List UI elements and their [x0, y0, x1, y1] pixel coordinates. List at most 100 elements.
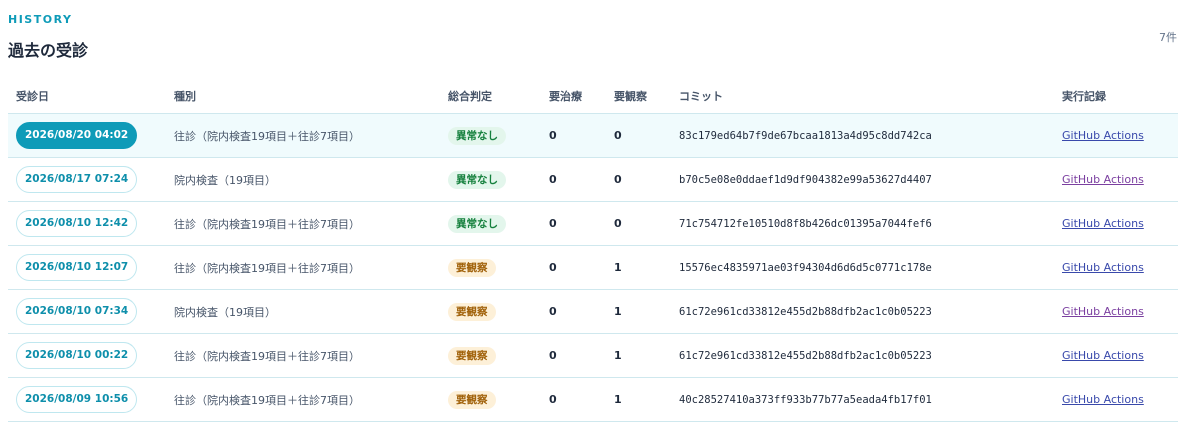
kind-cell: 往診（院内検査19項目＋往診7項目） — [166, 333, 440, 378]
section-eyebrow: HISTORY — [8, 13, 73, 26]
table-row: 2026/08/10 07:34 院内検査（19項目） 要観察 0 1 61c7… — [8, 289, 1178, 334]
column-header-commit: コミット — [671, 79, 1054, 114]
commit-cell: 15576ec4835971ae03f94304d6d6d5c0771c178e — [671, 245, 1054, 290]
commit-hash: 61c72e961cd33812e455d2b88dfb2ac1c0b05223 — [679, 350, 932, 362]
verdict-badge: 要観察 — [448, 302, 496, 321]
github-actions-link[interactable]: GitHub Actions — [1062, 173, 1144, 186]
visit-kind: 往診（院内検査19項目＋往診7項目） — [174, 129, 360, 143]
column-header-kind: 種別 — [166, 79, 440, 114]
log-cell: GitHub Actions — [1054, 333, 1178, 378]
verdict-cell: 異常なし — [440, 113, 541, 158]
history-table: 受診日 種別 総合判定 要治療 要観察 コミット 実行記録 2026/08/20… — [8, 79, 1178, 422]
treatment-cell: 0 — [541, 245, 606, 290]
github-actions-link[interactable]: GitHub Actions — [1062, 305, 1144, 318]
commit-cell: 61c72e961cd33812e455d2b88dfb2ac1c0b05223 — [671, 333, 1054, 378]
commit-cell: 61c72e961cd33812e455d2b88dfb2ac1c0b05223 — [671, 289, 1054, 334]
table-row: 2026/08/09 10:56 往診（院内検査19項目＋往診7項目） 要観察 … — [8, 377, 1178, 422]
table-row: 2026/08/10 12:07 往診（院内検査19項目＋往診7項目） 要観察 … — [8, 245, 1178, 290]
kind-cell: 往診（院内検査19項目＋往診7項目） — [166, 377, 440, 422]
table-row: 2026/08/20 04:02 往診（院内検査19項目＋往診7項目） 異常なし… — [8, 113, 1178, 158]
log-cell: GitHub Actions — [1054, 377, 1178, 422]
visit-date-button[interactable]: 2026/08/10 12:42 — [16, 210, 138, 237]
treatment-cell: 0 — [541, 157, 606, 202]
visit-date-button[interactable]: 2026/08/17 07:24 — [16, 166, 138, 193]
visit-kind: 往診（院内検査19項目＋往診7項目） — [174, 217, 360, 231]
commit-hash: 71c754712fe10510d8f8b426dc01395a7044fef6 — [679, 218, 932, 230]
treatment-count: 0 — [549, 305, 557, 318]
table-header-row: 受診日 種別 総合判定 要治療 要観察 コミット 実行記録 — [8, 79, 1178, 114]
observation-count: 0 — [614, 129, 622, 142]
observation-count: 1 — [614, 305, 622, 318]
treatment-count: 0 — [549, 393, 557, 406]
observation-count: 0 — [614, 217, 622, 230]
treatment-count: 0 — [549, 217, 557, 230]
visit-date-button[interactable]: 2026/08/20 04:02 — [16, 122, 138, 149]
date-cell: 2026/08/09 10:56 — [8, 377, 166, 422]
date-cell: 2026/08/20 04:02 — [8, 113, 166, 158]
verdict-cell: 要観察 — [440, 245, 541, 290]
observation-count: 0 — [614, 173, 622, 186]
commit-cell: 71c754712fe10510d8f8b426dc01395a7044fef6 — [671, 201, 1054, 246]
github-actions-link[interactable]: GitHub Actions — [1062, 217, 1144, 230]
commit-hash: b70c5e08e0ddaef1d9df904382e99a53627d4407 — [679, 174, 932, 186]
date-cell: 2026/08/10 00:22 — [8, 333, 166, 378]
column-header-observation: 要観察 — [606, 79, 671, 114]
visit-date-button[interactable]: 2026/08/09 10:56 — [16, 386, 138, 413]
date-cell: 2026/08/17 07:24 — [8, 157, 166, 202]
visit-kind: 往診（院内検査19項目＋往診7項目） — [174, 349, 360, 363]
observation-cell: 0 — [606, 113, 671, 158]
commit-hash: 83c179ed64b7f9de67bcaa1813a4d95c8dd742ca — [679, 130, 932, 142]
github-actions-link[interactable]: GitHub Actions — [1062, 129, 1144, 142]
column-header-treatment: 要治療 — [541, 79, 606, 114]
commit-cell: b70c5e08e0ddaef1d9df904382e99a53627d4407 — [671, 157, 1054, 202]
observation-cell: 0 — [606, 201, 671, 246]
result-count: 7件 — [1159, 31, 1177, 44]
kind-cell: 院内検査（19項目） — [166, 289, 440, 334]
verdict-badge: 異常なし — [448, 126, 506, 145]
observation-cell: 1 — [606, 333, 671, 378]
column-header-log: 実行記録 — [1054, 79, 1178, 114]
kind-cell: 往診（院内検査19項目＋往診7項目） — [166, 113, 440, 158]
history-section: HISTORY 過去の受診 7件 受診日 種別 総合判定 要治療 要観察 コミッ… — [0, 0, 1192, 436]
table-row: 2026/08/10 00:22 往診（院内検査19項目＋往診7項目） 要観察 … — [8, 333, 1178, 378]
github-actions-link[interactable]: GitHub Actions — [1062, 349, 1144, 362]
treatment-cell: 0 — [541, 333, 606, 378]
visit-date-button[interactable]: 2026/08/10 00:22 — [16, 342, 138, 369]
verdict-cell: 要観察 — [440, 333, 541, 378]
treatment-count: 0 — [549, 173, 557, 186]
verdict-badge: 要観察 — [448, 346, 496, 365]
github-actions-link[interactable]: GitHub Actions — [1062, 261, 1144, 274]
observation-count: 1 — [614, 349, 622, 362]
visit-date-button[interactable]: 2026/08/10 07:34 — [16, 298, 138, 325]
verdict-cell: 異常なし — [440, 201, 541, 246]
kind-cell: 往診（院内検査19項目＋往診7項目） — [166, 201, 440, 246]
observation-cell: 1 — [606, 245, 671, 290]
date-cell: 2026/08/10 12:07 — [8, 245, 166, 290]
column-header-verdict: 総合判定 — [440, 79, 541, 114]
treatment-cell: 0 — [541, 377, 606, 422]
observation-cell: 1 — [606, 289, 671, 334]
visit-date-button[interactable]: 2026/08/10 12:07 — [16, 254, 138, 281]
log-cell: GitHub Actions — [1054, 289, 1178, 334]
commit-hash: 15576ec4835971ae03f94304d6d6d5c0771c178e — [679, 262, 932, 274]
page-title: 過去の受診 — [8, 41, 89, 60]
treatment-count: 0 — [549, 129, 557, 142]
visit-kind: 往診（院内検査19項目＋往診7項目） — [174, 393, 360, 407]
verdict-cell: 異常なし — [440, 157, 541, 202]
treatment-count: 0 — [549, 261, 557, 274]
date-cell: 2026/08/10 07:34 — [8, 289, 166, 334]
observation-count: 1 — [614, 393, 622, 406]
github-actions-link[interactable]: GitHub Actions — [1062, 393, 1144, 406]
commit-cell: 40c28527410a373ff933b77b77a5eada4fb17f01 — [671, 377, 1054, 422]
kind-cell: 往診（院内検査19項目＋往診7項目） — [166, 245, 440, 290]
column-header-date: 受診日 — [8, 79, 166, 114]
treatment-cell: 0 — [541, 201, 606, 246]
commit-hash: 61c72e961cd33812e455d2b88dfb2ac1c0b05223 — [679, 306, 932, 318]
date-cell: 2026/08/10 12:42 — [8, 201, 166, 246]
kind-cell: 院内検査（19項目） — [166, 157, 440, 202]
observation-cell: 1 — [606, 377, 671, 422]
table-row: 2026/08/17 07:24 院内検査（19項目） 異常なし 0 0 b70… — [8, 157, 1178, 202]
verdict-badge: 要観察 — [448, 390, 496, 409]
commit-cell: 83c179ed64b7f9de67bcaa1813a4d95c8dd742ca — [671, 113, 1054, 158]
table-row: 2026/08/10 12:42 往診（院内検査19項目＋往診7項目） 異常なし… — [8, 201, 1178, 246]
